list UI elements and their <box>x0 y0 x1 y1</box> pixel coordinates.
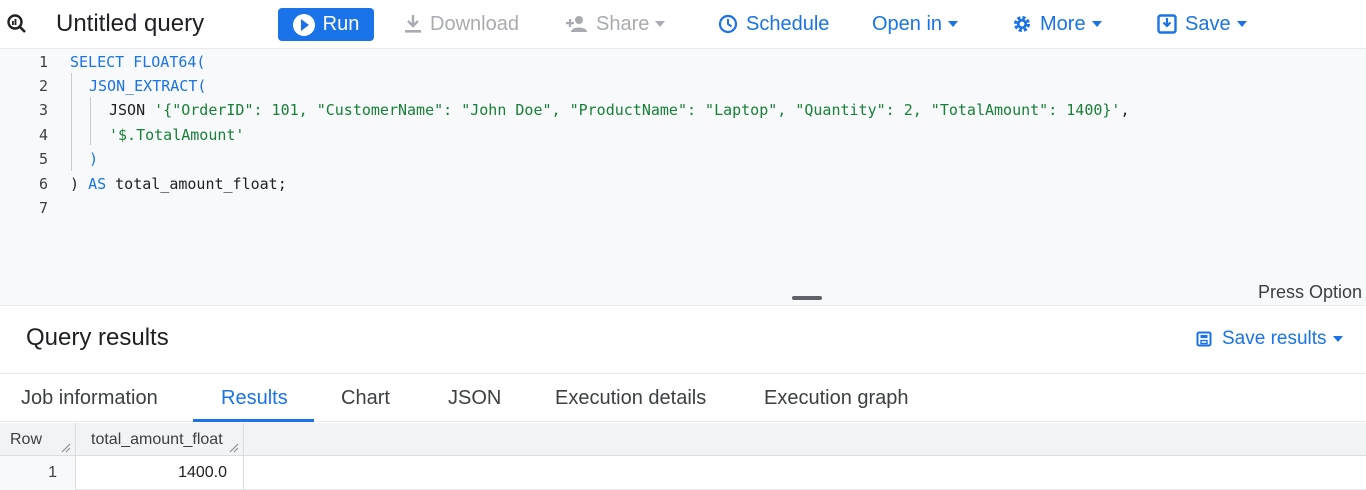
gear-icon <box>1012 14 1032 34</box>
open-in-button[interactable]: Open in <box>872 0 959 48</box>
column-resize-icon[interactable] <box>229 443 239 453</box>
clock-icon <box>718 14 738 34</box>
more-button[interactable]: More <box>1012 0 1102 48</box>
tab-job-information[interactable]: Job information <box>21 374 158 422</box>
query-title[interactable]: Untitled query <box>56 0 204 48</box>
download-icon <box>404 14 422 34</box>
keyboard-hint: Press Option <box>1258 282 1363 302</box>
column-header-label: Row <box>10 431 43 448</box>
schedule-button[interactable]: Schedule <box>718 0 829 48</box>
column-header-row: Row <box>0 423 76 456</box>
query-toolbar: Untitled query Run Download Share Schedu… <box>0 0 1366 49</box>
line-number: 5 <box>38 150 48 168</box>
code-line-6: ) AS total_amount_float; <box>70 175 287 193</box>
drag-handle-icon[interactable] <box>792 296 822 300</box>
line-number: 4 <box>38 126 48 144</box>
save-results-button[interactable]: Save results <box>1196 328 1343 350</box>
more-label: More <box>1040 12 1086 35</box>
line-number: 7 <box>38 199 48 217</box>
sql-string: '{"OrderID": 101, "CustomerName": "John … <box>154 101 1121 119</box>
tab-execution-graph[interactable]: Execution graph <box>764 374 909 422</box>
run-button[interactable]: Run <box>278 8 374 41</box>
save-icon <box>1196 331 1212 347</box>
code-line-2: JSON_EXTRACT( <box>89 77 206 95</box>
download-label: Download <box>430 12 519 35</box>
save-button[interactable]: Save <box>1157 0 1247 48</box>
table-row: 1 1400.0 <box>0 456 1366 490</box>
line-number: 1 <box>38 53 48 71</box>
active-tab-indicator <box>193 419 314 422</box>
sql-editor[interactable]: 1 2 3 4 5 6 7 SELECT FLOAT64( JSON_EXTRA… <box>0 49 1366 278</box>
sql-type: JSON <box>109 101 155 119</box>
column-header-total-amount-float[interactable]: total_amount_float <box>76 423 244 456</box>
results-grid-header: Row total_amount_float <box>0 423 1366 456</box>
share-button[interactable]: Share <box>566 0 666 48</box>
play-icon <box>292 13 315 36</box>
results-title: Query results <box>26 324 169 351</box>
save-results-label: Save results <box>1222 328 1327 349</box>
line-number-gutter: 1 2 3 4 5 6 7 <box>0 49 70 278</box>
results-tabs: Job information Results Chart JSON Execu… <box>0 373 1366 422</box>
sql-punct: , <box>1120 101 1130 119</box>
run-label: Run <box>322 13 360 35</box>
code-line-5: ) <box>89 150 98 168</box>
open-in-label: Open in <box>872 12 943 35</box>
tab-results[interactable]: Results <box>221 374 288 422</box>
sql-keyword: AS <box>88 175 107 193</box>
indent-guide <box>90 97 91 145</box>
column-header-label: total_amount_float <box>91 431 223 448</box>
person-add-icon <box>566 15 588 33</box>
tab-chart[interactable]: Chart <box>341 374 390 422</box>
table-cell[interactable]: 1400.0 <box>76 456 244 490</box>
sql-function: JSON_EXTRACT( <box>89 77 207 95</box>
code-line-4: '$.TotalAmount' <box>109 126 244 144</box>
column-resize-icon[interactable] <box>61 443 71 453</box>
tab-execution-details[interactable]: Execution details <box>555 374 706 422</box>
sql-string: '$.TotalAmount' <box>109 126 245 144</box>
query-icon <box>4 0 30 48</box>
pane-splitter[interactable]: Press Option <box>0 278 1366 306</box>
share-label: Share <box>596 12 650 35</box>
chevron-down-icon <box>1332 336 1343 342</box>
sql-alias: total_amount_float; <box>106 175 287 193</box>
save-icon <box>1157 14 1177 34</box>
chevron-down-icon <box>655 21 666 27</box>
sql-keyword: SELECT FLOAT64( <box>70 53 206 71</box>
save-label: Save <box>1185 12 1231 35</box>
indent-guide <box>71 73 72 171</box>
sql-paren: ) <box>89 150 99 168</box>
line-number: 2 <box>38 77 48 95</box>
chevron-down-icon <box>1236 21 1247 27</box>
chevron-down-icon <box>1091 21 1102 27</box>
sql-paren: ) <box>70 175 89 193</box>
line-number: 6 <box>38 175 48 193</box>
tab-json[interactable]: JSON <box>448 374 501 422</box>
chevron-down-icon <box>948 21 959 27</box>
code-line-1: SELECT FLOAT64( <box>70 53 205 71</box>
code-area[interactable]: SELECT FLOAT64( JSON_EXTRACT( JSON '{"Or… <box>70 49 1366 278</box>
download-button[interactable]: Download <box>404 0 519 48</box>
line-number: 3 <box>38 101 48 119</box>
schedule-label: Schedule <box>746 12 830 35</box>
row-number: 1 <box>0 456 76 490</box>
code-line-3: JSON '{"OrderID": 101, "CustomerName": "… <box>109 101 1129 119</box>
